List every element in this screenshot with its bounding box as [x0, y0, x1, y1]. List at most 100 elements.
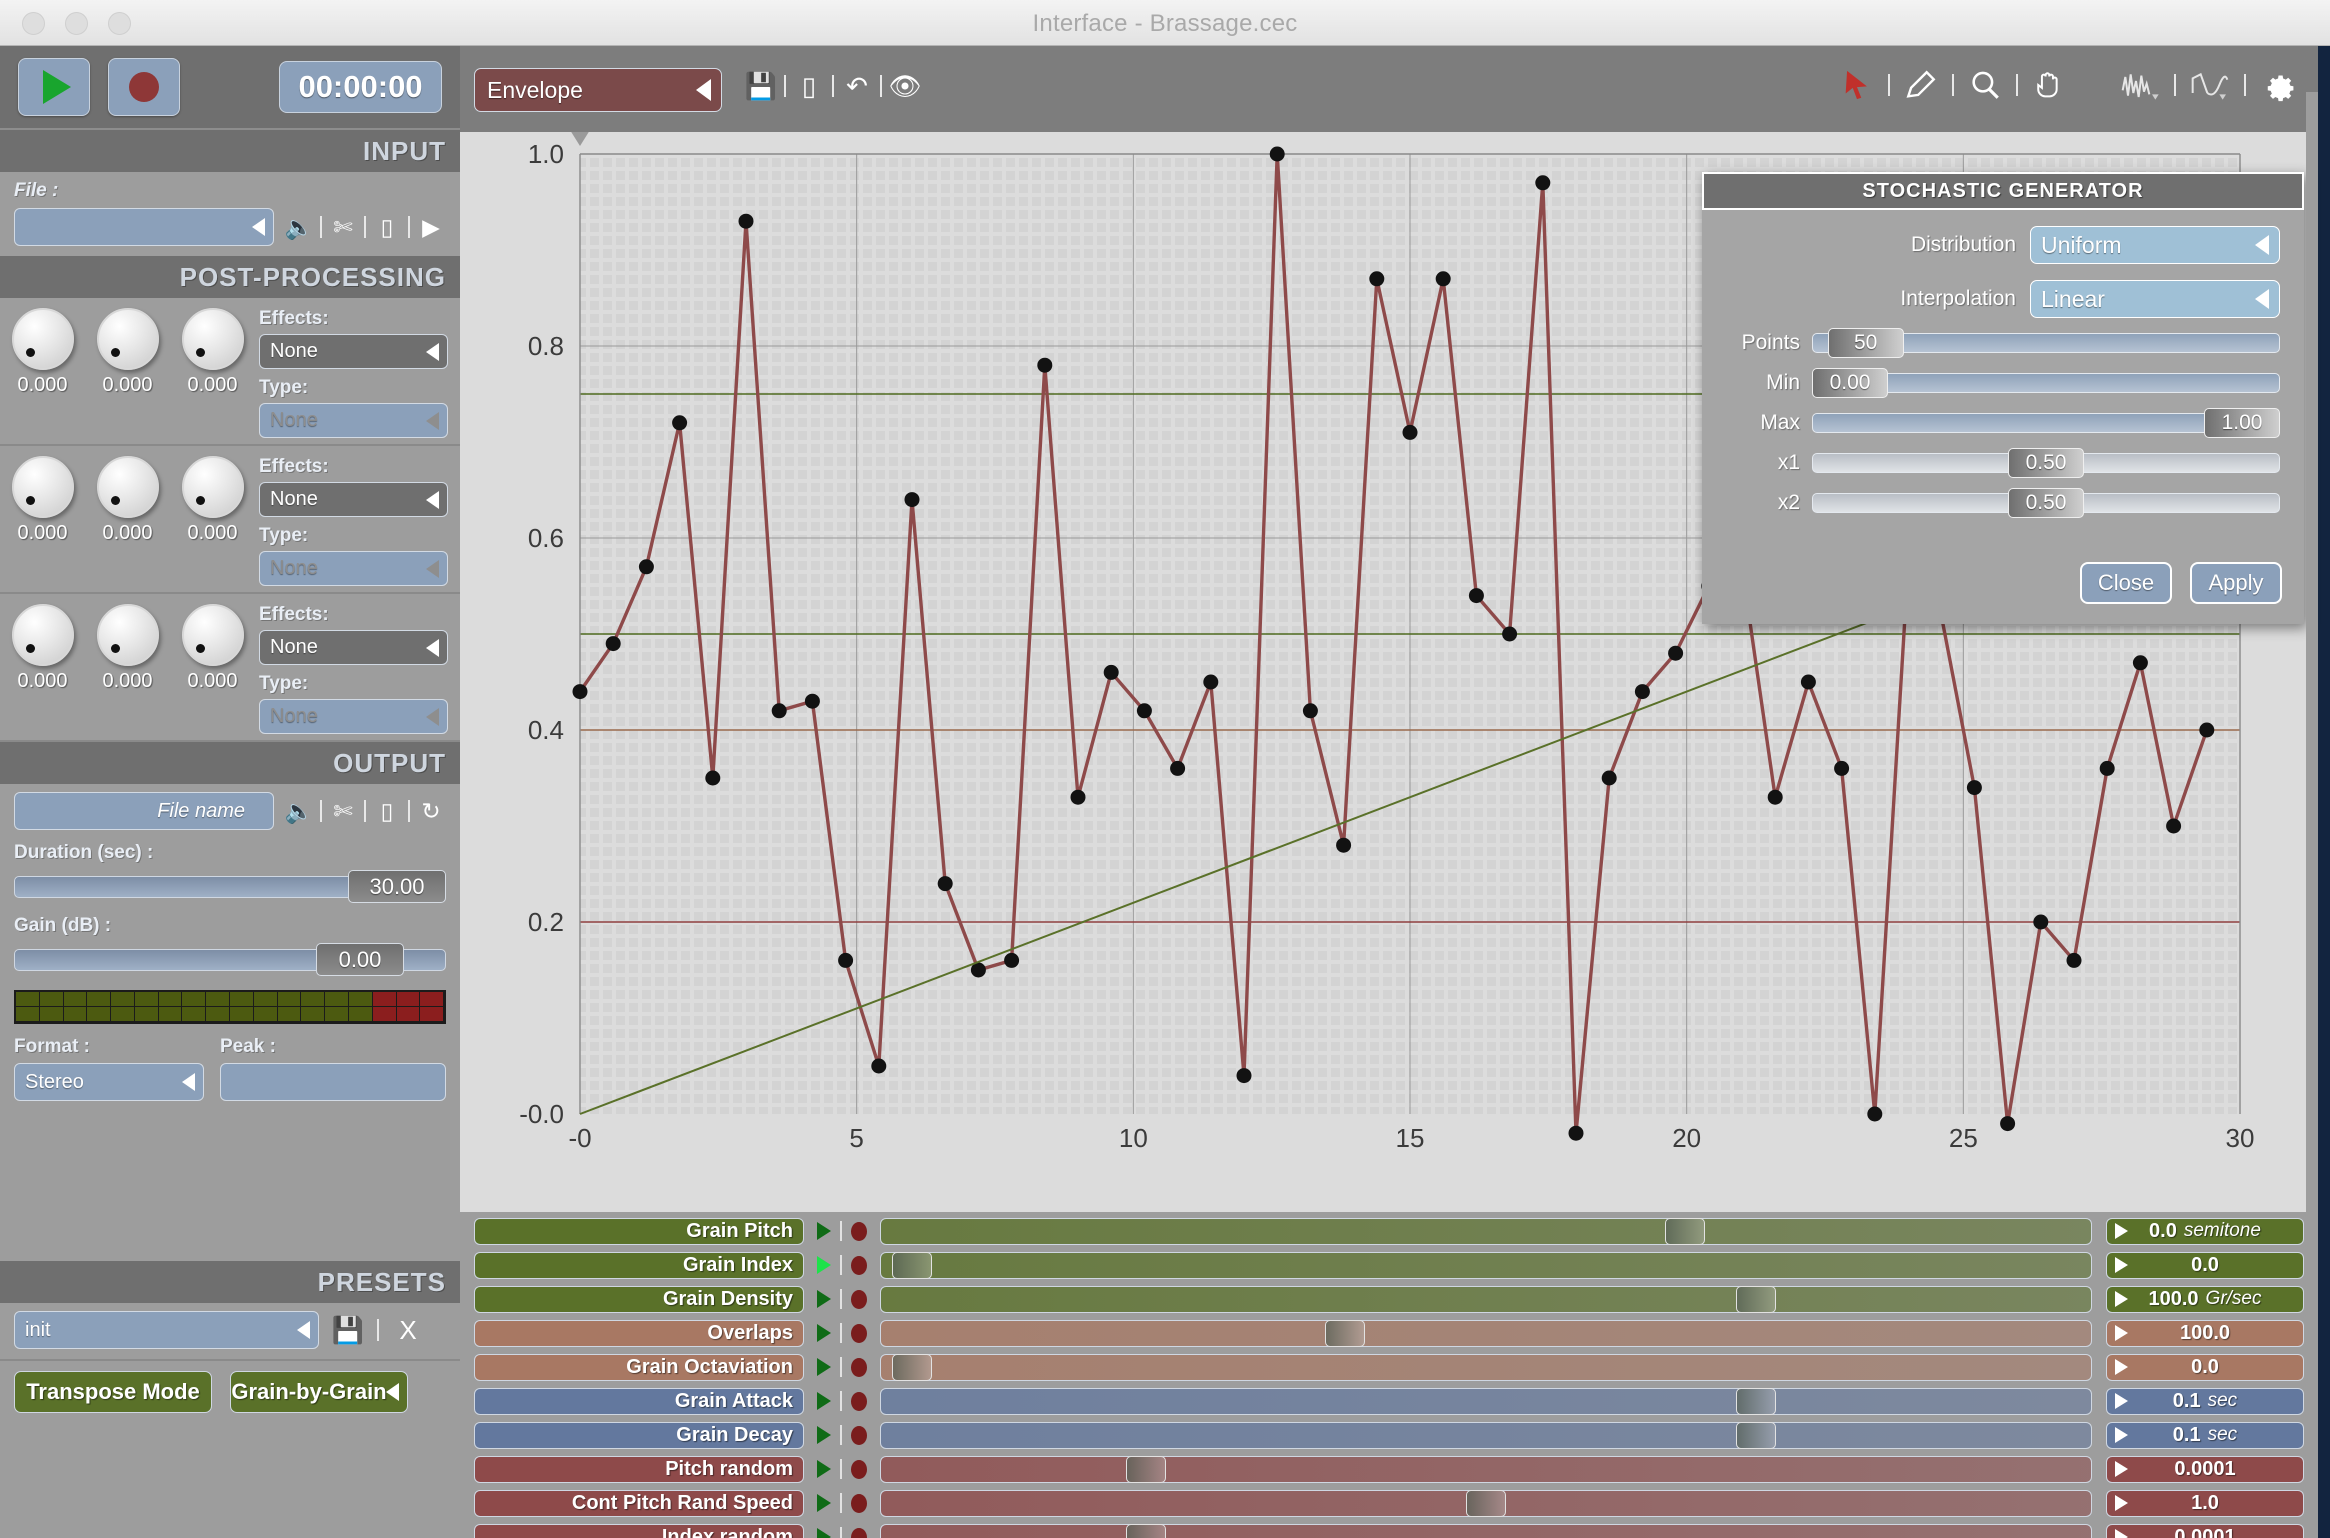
record-icon[interactable] — [851, 1221, 867, 1241]
parameter-value[interactable]: 0.0 semitone — [2106, 1217, 2304, 1245]
parameter-slider[interactable] — [880, 1251, 2092, 1279]
effects-combo[interactable]: None — [259, 482, 448, 517]
parameter-slider[interactable] — [880, 1387, 2092, 1415]
chart-data-point[interactable] — [638, 559, 654, 575]
save-icon[interactable]: 💾 — [745, 71, 777, 101]
record-icon[interactable] — [851, 1459, 867, 1479]
slider-thumb[interactable]: 50 — [1827, 328, 1904, 358]
parameter-name[interactable]: Grain Index — [474, 1251, 804, 1279]
dialog-slider-x1[interactable]: x1 0.50 — [1702, 448, 2304, 478]
refresh-icon[interactable]: ↻ — [416, 797, 446, 825]
chart-data-point[interactable] — [771, 703, 787, 719]
folder-icon[interactable]: ▯ — [794, 71, 824, 101]
record-icon[interactable] — [851, 1289, 867, 1309]
type-combo[interactable]: None — [259, 699, 448, 734]
slider-thumb[interactable]: 0.00 — [1812, 368, 1888, 398]
chart-data-point[interactable] — [804, 693, 820, 709]
pencil-icon[interactable] — [1904, 68, 1938, 102]
parameter-slider[interactable] — [880, 1285, 2092, 1313]
gain-slider-value[interactable]: 0.00 — [316, 943, 404, 976]
chart-data-point[interactable] — [1402, 424, 1418, 440]
record-icon[interactable] — [851, 1527, 867, 1538]
magnifier-icon[interactable] — [1968, 68, 2002, 102]
duration-slider[interactable]: 30.00 — [14, 870, 446, 903]
transpose-mode-button[interactable]: Transpose Mode — [14, 1371, 212, 1413]
play-icon[interactable] — [817, 1324, 831, 1342]
parameter-slider-thumb[interactable] — [1126, 1455, 1167, 1483]
chart-data-point[interactable] — [1037, 357, 1053, 373]
record-icon[interactable] — [851, 1493, 867, 1513]
knob-1-1[interactable] — [96, 456, 159, 518]
chart-data-point[interactable] — [2132, 655, 2148, 671]
parameter-name[interactable]: Index random — [474, 1523, 804, 1538]
parameter-slider-thumb[interactable] — [1126, 1523, 1167, 1538]
record-icon[interactable] — [851, 1357, 867, 1377]
curve-icon[interactable] — [2190, 68, 2230, 102]
chart-data-point[interactable] — [1435, 271, 1451, 287]
parameter-value[interactable]: 100.0 — [2106, 1319, 2304, 1347]
parameter-value[interactable]: 0.0 — [2106, 1353, 2304, 1381]
play-icon[interactable] — [817, 1256, 831, 1274]
parameter-value[interactable]: 0.0001 — [2106, 1523, 2304, 1538]
chart-data-point[interactable] — [672, 415, 688, 431]
input-file-combo[interactable] — [14, 208, 274, 246]
chart-data-point[interactable] — [1336, 837, 1352, 853]
parameter-slider-thumb[interactable] — [1735, 1421, 1776, 1449]
parameter-slider[interactable] — [880, 1455, 2092, 1483]
record-icon[interactable] — [851, 1425, 867, 1445]
parameter-name[interactable]: Grain Density — [474, 1285, 804, 1313]
slider-thumb[interactable]: 0.50 — [2008, 448, 2084, 478]
chart-data-point[interactable] — [904, 492, 920, 508]
waveform-icon[interactable] — [2120, 68, 2160, 102]
chart-data-point[interactable] — [1302, 703, 1318, 719]
type-combo[interactable]: None — [259, 551, 448, 586]
knob-1-0[interactable] — [11, 456, 74, 518]
interpolation-combo[interactable]: Linear — [2030, 280, 2280, 318]
parameter-slider-thumb[interactable] — [1466, 1489, 1506, 1517]
undo-icon[interactable]: ↶ — [842, 71, 872, 101]
parameter-slider-thumb[interactable] — [891, 1251, 932, 1279]
slider-track-wrap[interactable]: 0.50 — [1812, 448, 2280, 478]
chart-data-point[interactable] — [838, 952, 854, 968]
knob-0-0[interactable] — [11, 308, 74, 370]
envelope-combo[interactable]: Envelope — [474, 68, 722, 112]
record-button[interactable] — [108, 58, 180, 116]
hand-icon[interactable] — [2032, 68, 2066, 102]
parameter-slider[interactable] — [880, 1353, 2092, 1381]
play-icon[interactable]: ▶ — [416, 213, 446, 241]
chart-data-point[interactable] — [1170, 760, 1186, 776]
chart-data-point[interactable] — [1767, 789, 1783, 805]
chart-data-point[interactable] — [1867, 1106, 1883, 1122]
chart-data-point[interactable] — [2000, 1116, 2016, 1132]
knob-1-2[interactable] — [181, 456, 244, 518]
record-icon[interactable] — [851, 1255, 867, 1275]
duration-slider-value[interactable]: 30.00 — [348, 870, 446, 903]
parameter-name[interactable]: Pitch random — [474, 1455, 804, 1483]
chart-data-point[interactable] — [1468, 588, 1484, 604]
chart-data-point[interactable] — [1668, 645, 1684, 661]
parameter-name[interactable]: Overlaps — [474, 1319, 804, 1347]
chart-data-point[interactable] — [2033, 914, 2049, 930]
play-icon[interactable] — [817, 1528, 831, 1538]
parameter-name[interactable]: Grain Decay — [474, 1421, 804, 1449]
save-icon[interactable]: 💾 — [332, 1315, 364, 1345]
chart-data-point[interactable] — [605, 636, 621, 652]
play-icon[interactable] — [817, 1392, 831, 1410]
chart-data-point[interactable] — [871, 1058, 887, 1074]
folder-icon[interactable]: ▯ — [372, 213, 402, 241]
parameter-value[interactable]: 0.0 — [2106, 1251, 2304, 1279]
chart-data-point[interactable] — [1269, 146, 1285, 162]
parameter-slider-thumb[interactable] — [1325, 1319, 1366, 1347]
chart-data-point[interactable] — [1004, 952, 1020, 968]
chart-data-point[interactable] — [1103, 664, 1119, 680]
chart-data-point[interactable] — [1070, 789, 1086, 805]
knob-0-1[interactable] — [96, 308, 159, 370]
chart-data-point[interactable] — [1966, 780, 1982, 796]
parameter-slider-thumb[interactable] — [891, 1353, 932, 1381]
chart-data-point[interactable] — [2099, 760, 2115, 776]
effects-combo[interactable]: None — [259, 334, 448, 369]
play-button[interactable] — [18, 58, 90, 116]
gain-slider[interactable]: 0.00 — [14, 943, 446, 976]
dialog-slider-x2[interactable]: x2 0.50 — [1702, 488, 2304, 518]
preset-combo[interactable]: init — [14, 1311, 319, 1349]
